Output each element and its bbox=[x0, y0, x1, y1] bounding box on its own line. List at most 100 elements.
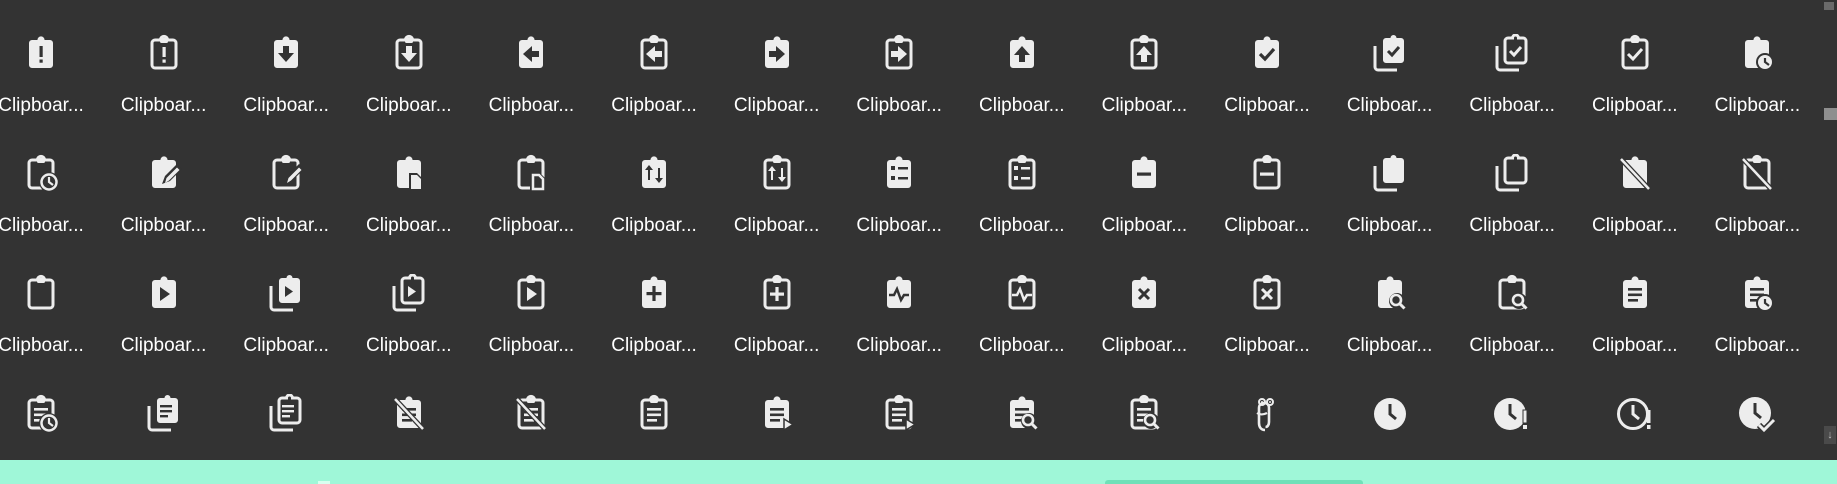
icon-tile[interactable]: Clipboar... bbox=[103, 120, 225, 240]
icon-tile[interactable]: Clipboar... bbox=[1329, 120, 1451, 240]
icon-label: Clipboar... bbox=[856, 335, 942, 356]
icon-tile[interactable]: Clipboar... bbox=[1329, 240, 1451, 360]
icon-tile[interactable]: Clipboar... bbox=[1696, 120, 1818, 240]
icon-tile[interactable]: Clipboar... bbox=[1696, 240, 1818, 360]
icon-tile[interactable]: Clipboar... bbox=[470, 120, 592, 240]
clipboard-remove-icon bbox=[1132, 276, 1157, 308]
icon-label: Clipboar... bbox=[488, 95, 575, 116]
icon-label: Clipboar... bbox=[0, 335, 84, 356]
icon-label: Clipboar... bbox=[733, 95, 820, 116]
clipboard-file-icon bbox=[396, 156, 423, 191]
icon-tile[interactable]: Clipboar... bbox=[961, 0, 1083, 120]
icon-tile[interactable]: Clipboar... bbox=[1083, 240, 1205, 360]
icon-label: Clipboar... bbox=[1224, 95, 1310, 116]
icon-label: Clipboar... bbox=[243, 335, 329, 356]
icon-tile[interactable]: Clipboar... bbox=[225, 240, 347, 360]
clipboard-plus-icon bbox=[642, 276, 666, 308]
icon-label: Clipboar... bbox=[856, 215, 942, 236]
icon-tile[interactable]: Clipboar... bbox=[1574, 120, 1696, 240]
clipboard-play-multiple-outline-icon bbox=[392, 274, 425, 312]
icon-tile[interactable]: Clipboar... bbox=[0, 0, 102, 120]
clipboard-text-icon bbox=[1622, 276, 1647, 308]
icon-tile[interactable]: Clipboar... bbox=[348, 120, 470, 240]
clipboard-list-outline-icon bbox=[1008, 154, 1036, 190]
icon-label: Clipboar... bbox=[243, 95, 329, 116]
icon-tile[interactable]: Clipboar... bbox=[593, 240, 715, 360]
icon-tile[interactable]: Clipboar... bbox=[961, 120, 1083, 240]
icon-tile[interactable]: Clipboar... bbox=[103, 0, 225, 120]
icon-tile[interactable]: Clipboar... bbox=[593, 0, 715, 120]
icon-label: Clipboar... bbox=[1101, 335, 1188, 356]
clipboard-arrow-right-outline-icon bbox=[885, 34, 913, 70]
icon-label: Clipboar... bbox=[1592, 335, 1678, 356]
bottom-panel-tab[interactable] bbox=[1105, 480, 1363, 484]
clipboard-text-off-icon bbox=[392, 396, 425, 431]
icon-label: Clipboar... bbox=[1592, 215, 1678, 236]
clipboard-check-multiple-outline-icon bbox=[1495, 34, 1528, 72]
clipboard-off-icon bbox=[1618, 156, 1651, 191]
icon-tile[interactable]: Clipboar... bbox=[1451, 240, 1573, 360]
icon-tile[interactable]: Clipboar... bbox=[593, 120, 715, 240]
clipboard-arrow-left-icon bbox=[519, 36, 544, 68]
clipboard-flow-icon bbox=[642, 156, 666, 188]
icon-grid: Clipboar... Clipboar... Clipboar... Clipboa… bbox=[0, 0, 1820, 460]
icon-label: Clipboar... bbox=[1714, 335, 1801, 356]
clipboard-edit-icon bbox=[151, 156, 182, 188]
icon-tile[interactable]: Clipboar... bbox=[716, 120, 838, 240]
clipboard-alert-icon bbox=[29, 36, 53, 68]
clipboard-text-search-outline-icon bbox=[1130, 394, 1160, 430]
icon-tile[interactable]: Clipboar... bbox=[470, 240, 592, 360]
icon-tile[interactable]: Clipboar... bbox=[0, 120, 102, 240]
icon-tile[interactable]: Clipboar... bbox=[1574, 240, 1696, 360]
icon-tile[interactable]: Clipboar... bbox=[1329, 0, 1451, 120]
icon-label: Clipboar... bbox=[488, 215, 575, 236]
icon-label: Clipboar... bbox=[1346, 335, 1433, 356]
icon-tile[interactable]: Clipboar... bbox=[1451, 120, 1573, 240]
icon-tile[interactable]: Clipboar... bbox=[716, 0, 838, 120]
icon-tile[interactable]: Clipboar... bbox=[103, 240, 225, 360]
icon-tile[interactable]: Clipboar... bbox=[1574, 0, 1696, 120]
clipboard-arrow-up-outline-icon bbox=[1130, 34, 1158, 70]
clipboard-off-outline-icon bbox=[1741, 154, 1774, 191]
clipboard-text-play-icon bbox=[764, 396, 795, 432]
scroll-up-button[interactable] bbox=[1824, 2, 1834, 10]
clipboard-arrow-down-outline-icon bbox=[395, 34, 423, 70]
icon-tile[interactable]: Clipboar... bbox=[225, 120, 347, 240]
icon-tile[interactable]: Clipboar... bbox=[470, 0, 592, 120]
icon-label: Clipboar... bbox=[979, 335, 1065, 356]
icon-label: Clipboar... bbox=[1592, 95, 1678, 116]
clippy-icon bbox=[1256, 398, 1274, 432]
icon-tile[interactable]: Clipboar... bbox=[838, 240, 960, 360]
scrollbar[interactable] bbox=[1822, 0, 1837, 460]
icon-tile[interactable]: Clipboar... bbox=[1083, 0, 1205, 120]
icon-tile[interactable]: Clipboar... bbox=[838, 120, 960, 240]
icon-label: Clipboar... bbox=[1346, 95, 1433, 116]
icon-tile[interactable]: Clipboar... bbox=[348, 0, 470, 120]
icon-tile[interactable]: Clipboar... bbox=[225, 0, 347, 120]
icon-label: Clipboar... bbox=[488, 335, 575, 356]
icon-tile[interactable]: Clipboar... bbox=[0, 240, 102, 360]
icon-label: Clipboar... bbox=[856, 95, 942, 116]
icon-tile[interactable]: Clipboar... bbox=[1083, 120, 1205, 240]
clipboard-arrow-up-icon bbox=[1009, 36, 1034, 68]
icon-tile[interactable]: Clipboar... bbox=[1206, 120, 1328, 240]
icon-tile[interactable]: Clipboar... bbox=[1451, 0, 1573, 120]
icon-tile[interactable]: Clipboar... bbox=[1206, 0, 1328, 120]
scrollbar-thumb[interactable] bbox=[1824, 108, 1837, 120]
clipboard-text-multiple-outline-icon bbox=[269, 394, 302, 432]
scroll-down-button[interactable]: ↓ bbox=[1824, 426, 1836, 444]
clock-alert-icon bbox=[1494, 398, 1528, 430]
icon-label: Clipboar... bbox=[1714, 215, 1801, 236]
icon-tile[interactable]: Clipboar... bbox=[716, 240, 838, 360]
icon-label: Clipboar... bbox=[733, 335, 820, 356]
icon-tile[interactable]: Clipboar... bbox=[1696, 0, 1818, 120]
clipboard-pulse-outline-icon bbox=[1008, 274, 1036, 310]
icon-tile[interactable]: Clipboar... bbox=[838, 0, 960, 120]
icon-label: Clipboar... bbox=[1469, 95, 1555, 116]
clipboard-minus-icon bbox=[1132, 156, 1157, 188]
icon-tile[interactable]: Clipboar... bbox=[348, 240, 470, 360]
icon-tile[interactable]: Clipboar... bbox=[961, 240, 1083, 360]
icon-tile[interactable]: Clipboar... bbox=[1206, 240, 1328, 360]
clipboard-text-clock-icon bbox=[1745, 276, 1775, 312]
clipboard-multiple-icon bbox=[1373, 155, 1404, 192]
